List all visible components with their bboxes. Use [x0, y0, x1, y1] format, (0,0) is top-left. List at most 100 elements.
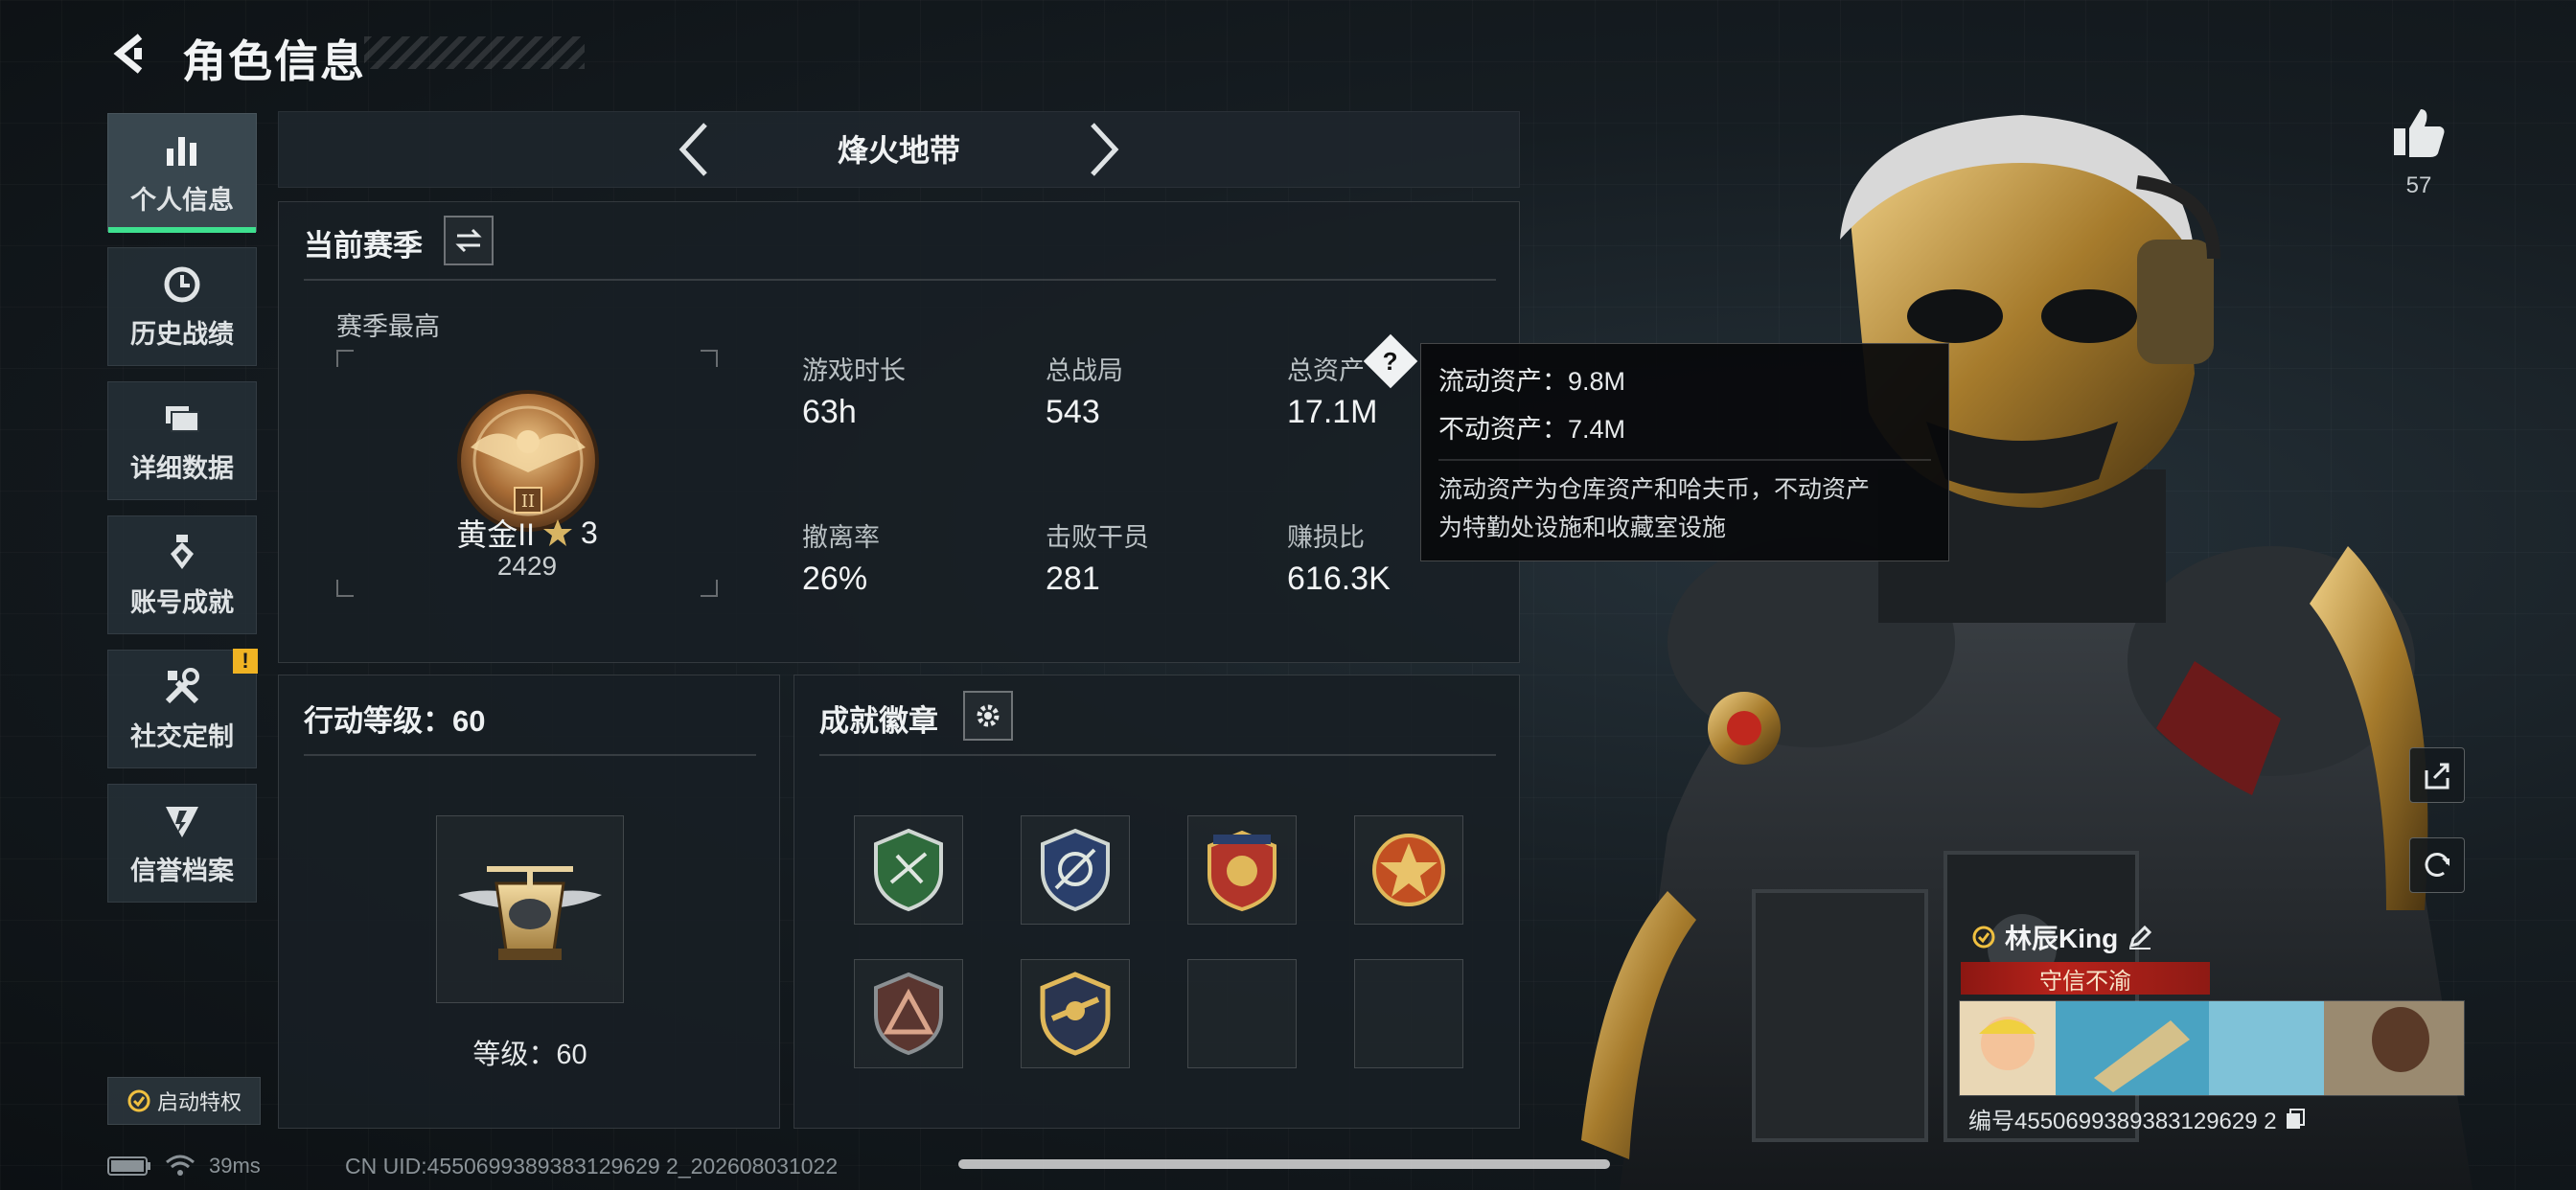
folder-data-icon [161, 398, 203, 440]
mode-title: 烽火地带 [837, 133, 960, 168]
sidebar-item-achievements[interactable]: 账号成就 [107, 515, 257, 634]
stat-value-total-assets: 17.1M [1287, 394, 1378, 430]
privilege-icon [127, 1089, 150, 1112]
badge-slot-5[interactable] [854, 959, 963, 1068]
player-mark-icon [1972, 926, 1995, 949]
sidebar-item-label: 个人信息 [130, 185, 234, 215]
title-decoration [364, 36, 585, 69]
question-icon: ? [1383, 346, 1398, 376]
rotate-button[interactable] [2409, 837, 2465, 893]
star-icon [543, 519, 572, 546]
red-star-badge-icon [1208, 830, 1276, 912]
gear-icon [977, 704, 1000, 727]
refresh-icon [2425, 853, 2450, 877]
svg-text:II: II [521, 492, 535, 512]
history-clock-icon [161, 263, 203, 306]
gold-wing-badge-icon [1040, 972, 1111, 1056]
stat-label-total-assets: 总资产 [1287, 356, 1365, 385]
home-indicator[interactable] [958, 1159, 1610, 1169]
stat-label-profit-ratio: 赚损比 [1287, 523, 1365, 552]
assets-help-button[interactable]: ? [1363, 333, 1418, 389]
season-divider [304, 279, 1496, 281]
rank-score: 2429 [496, 551, 558, 581]
badge-slot-4[interactable] [1354, 815, 1463, 925]
green-shield-badge-icon [874, 828, 943, 912]
blue-shield-badge-icon [1041, 828, 1110, 912]
swap-icon [455, 228, 482, 253]
player-banner[interactable] [1959, 1000, 2465, 1096]
like-button[interactable] [2390, 103, 2448, 161]
battery-icon [107, 1156, 150, 1176]
helicopter-emblem-icon [458, 866, 602, 960]
sidebar-item-detail-data[interactable]: 详细数据 [107, 381, 257, 500]
stat-label-playtime: 游戏时长 [802, 356, 906, 385]
rank-name: 黄金II [456, 517, 535, 552]
status-bar: 39ms [107, 1154, 261, 1179]
player-id-row: 编号4550699389383129629 2 [1968, 1102, 2306, 1135]
alert-badge: ! [233, 649, 258, 674]
stat-value-profit-ratio: 616.3K [1287, 561, 1391, 597]
sidebar-item-social[interactable]: 社交定制 ! [107, 649, 258, 768]
banner-illustration [1960, 1001, 2464, 1095]
reputation-icon [161, 800, 203, 842]
sidebar-item-reputation[interactable]: 信誉档案 [107, 784, 257, 903]
action-level-title: 行动等级：60 [304, 704, 486, 738]
back-button[interactable] [104, 27, 157, 80]
achievement-medal-icon [161, 532, 203, 574]
stat-value-extract-rate: 26% [802, 561, 868, 597]
chevron-left-icon [678, 123, 707, 176]
mode-next-button[interactable] [1081, 117, 1127, 182]
sidebar-item-history[interactable]: 历史战绩 [107, 247, 257, 366]
badge-slot-3[interactable] [1187, 815, 1297, 925]
launch-privilege-button[interactable]: 启动特权 [107, 1077, 261, 1125]
season-switch-button[interactable] [444, 216, 494, 265]
badge-slot-1[interactable] [854, 815, 963, 925]
orange-star-badge-icon [1372, 834, 1445, 906]
stat-label-total-matches: 总战局 [1046, 356, 1123, 385]
badge-settings-button[interactable] [963, 691, 1013, 741]
badge-slot-8-empty[interactable] [1354, 959, 1463, 1068]
season-panel: 当前赛季 赛季最高 II 黄金II 3 2429 游戏时长 63h 总战局 54… [278, 201, 1520, 663]
action-level-panel: 行动等级：60 等级：60 [278, 675, 780, 1129]
achievement-badge-panel: 成就徽章 [794, 675, 1520, 1129]
sidebar-item-personal-info[interactable]: 个人信息 [107, 113, 257, 233]
sidebar-item-label: 社交定制 [130, 721, 234, 751]
badge-title: 成就徽章 [819, 704, 938, 738]
sidebar-item-label: 信誉档案 [130, 856, 234, 885]
player-id: 编号4550699389383129629 2 [1968, 1109, 2277, 1134]
like-count: 57 [2405, 172, 2432, 198]
badge-slot-6[interactable] [1021, 959, 1130, 1068]
tooltip-liquid-assets: 流动资产：9.8M [1438, 367, 1626, 396]
chevron-right-icon [1091, 123, 1119, 176]
badge-slot-2[interactable] [1021, 815, 1130, 925]
stat-value-total-matches: 543 [1046, 394, 1100, 430]
edit-pencil-icon[interactable] [2126, 923, 2154, 951]
stat-value-kills: 281 [1046, 561, 1100, 597]
player-name: 林辰King [2005, 924, 2119, 953]
season-title: 当前赛季 [304, 229, 423, 263]
ping-text: 39ms [209, 1154, 261, 1178]
share-icon [2425, 763, 2450, 790]
action-level-label: 等级：60 [472, 1040, 587, 1070]
uid-text: CN UID:4550699389383129629 2_20260803102… [345, 1154, 839, 1179]
bar-chart-icon [161, 129, 203, 172]
badge-slot-7-empty[interactable] [1187, 959, 1297, 1068]
privilege-label: 启动特权 [156, 1090, 242, 1114]
player-title: 守信不渝 [2039, 968, 2131, 995]
sidebar-item-label: 历史战绩 [130, 319, 234, 349]
sidebar-item-label: 账号成就 [130, 587, 234, 617]
stat-value-playtime: 63h [802, 394, 857, 430]
triangle-badge-icon [874, 972, 943, 1056]
back-arrow-icon [113, 34, 143, 74]
mode-prev-button[interactable] [671, 117, 717, 182]
thumbs-up-icon [2394, 109, 2445, 157]
tooltip-note-line2: 为特勤处设施和收藏室设施 [1438, 515, 1727, 541]
action-level-emblem-frame [436, 815, 624, 1003]
copy-icon[interactable] [2285, 1108, 2306, 1131]
share-button[interactable] [2409, 747, 2465, 803]
season-best-label: 赛季最高 [336, 312, 440, 341]
player-title-plate: 守信不渝 [1961, 962, 2210, 995]
sidebar-item-label: 详细数据 [130, 453, 234, 483]
page-title: 角色信息 [182, 36, 366, 86]
stat-label-kills: 击败干员 [1046, 523, 1149, 552]
